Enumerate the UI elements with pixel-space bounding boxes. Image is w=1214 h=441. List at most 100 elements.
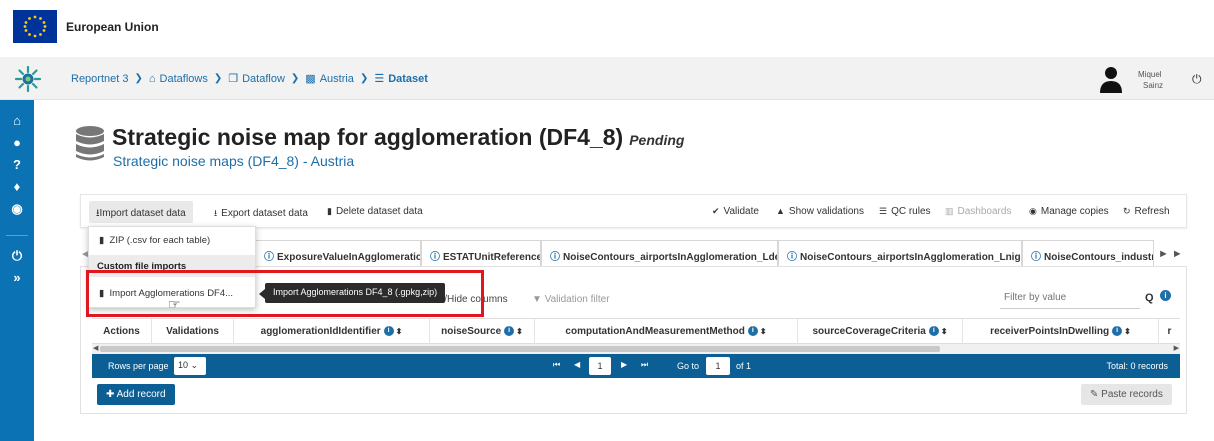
info-icon[interactable]: i	[1112, 326, 1123, 337]
user-profile-icon[interactable]: ●	[9, 135, 25, 151]
file-icon: ▮	[99, 235, 105, 246]
sort-icon[interactable]: ⬍	[396, 327, 403, 336]
info-icon[interactable]: i	[504, 326, 515, 337]
sidebar: ⌂ ● ? ♦ ◉ ⏻ »	[0, 100, 34, 441]
eu-flag-icon	[13, 10, 57, 43]
info-icon: ⓘ	[1031, 252, 1041, 263]
chat-icon[interactable]: ◉	[9, 201, 25, 217]
show-validations-button[interactable]: ▲ Show validations	[776, 206, 864, 217]
column-header-computation-method[interactable]: computationAndMeasurementMethod i ⬍	[535, 319, 798, 345]
info-icon[interactable]: i	[747, 326, 758, 337]
filter-icon: ▼	[532, 294, 542, 305]
expand-sidebar-icon[interactable]: »	[9, 270, 25, 286]
import-zip-option[interactable]: ▮ ZIP (.csv for each table)	[99, 235, 210, 246]
filter-by-value-input[interactable]	[1000, 287, 1140, 309]
notifications-bell-icon[interactable]: ♦	[9, 179, 25, 195]
sort-icon[interactable]: ⬍	[1124, 327, 1131, 336]
eu-label: European Union	[66, 20, 159, 34]
camera-icon: ◉	[1029, 206, 1037, 216]
breadcrumb: Reportnet 3 ❯ ⌂ Dataflows ❯ ❐ Dataflow ❯…	[71, 72, 428, 86]
last-page-icon[interactable]: ⏭	[641, 360, 648, 370]
scrollbar-thumb[interactable]	[100, 346, 940, 352]
rows-per-page-label: Rows per page	[108, 361, 169, 371]
breadcrumb-reportnet[interactable]: Reportnet 3	[71, 73, 128, 85]
add-record-button[interactable]: ✚ Add record	[97, 384, 175, 405]
tab-noise-airports-lden[interactable]: ⓘ NoiseContours_airportsInAgglomeration_L…	[541, 240, 778, 266]
info-icon: ⓘ	[550, 252, 560, 263]
go-to-page-input[interactable]: 1	[706, 357, 730, 375]
chevron-down-icon: ⌄	[190, 360, 199, 370]
breadcrumb-dataset: Dataset	[388, 72, 428, 85]
chevron-right-icon: ❯	[213, 73, 223, 84]
tab-estat-unit-reference[interactable]: ⓘ ESTATUnitReference	[421, 240, 541, 266]
annotation-highlight-box	[86, 270, 484, 317]
refresh-icon: ↻	[1123, 206, 1131, 216]
search-icon[interactable]: Q	[1145, 292, 1154, 304]
info-icon[interactable]: i	[383, 326, 394, 337]
import-dataset-button[interactable]: ⭳Import dataset data	[89, 201, 193, 223]
qc-rules-button[interactable]: ☰ QC rules	[879, 206, 931, 217]
dataset-title: Strategic noise map for agglomeration (D…	[112, 124, 624, 150]
help-icon[interactable]: ?	[9, 157, 25, 173]
clone-icon: ❐	[228, 73, 239, 85]
user-name[interactable]: Miquel Sainz	[1138, 69, 1163, 91]
tabs-scroll-right-icon[interactable]: ►►	[1158, 248, 1186, 260]
breadcrumb-dataflow[interactable]: Dataflow	[242, 73, 285, 85]
horizontal-scrollbar[interactable]: ◀ ▶	[92, 344, 1180, 354]
breadcrumb-austria[interactable]: Austria	[320, 73, 354, 85]
validation-filter-button[interactable]: ▼ Validation filter	[532, 294, 610, 305]
tab-noise-airports-lnight[interactable]: ⓘ NoiseContours_airportsInAgglomeration_L…	[778, 240, 1022, 266]
manage-copies-button[interactable]: ◉ Manage copies	[1029, 206, 1109, 217]
column-header-source-coverage[interactable]: sourceCoverageCriteria i ⬍	[798, 319, 963, 345]
user-avatar[interactable]	[1098, 65, 1124, 93]
validate-button[interactable]: ✔ Validate	[712, 206, 759, 217]
list-icon: ☰	[879, 206, 888, 216]
info-icon: ⓘ	[264, 252, 274, 263]
rows-per-page-select[interactable]: 10 ⌄	[174, 357, 206, 375]
user-last-name: Sainz	[1143, 81, 1164, 90]
sidebar-divider	[6, 235, 28, 236]
scroll-right-icon[interactable]: ▶	[1174, 344, 1179, 354]
chevron-right-icon: ❯	[290, 73, 300, 84]
current-page-button[interactable]: 1	[589, 357, 611, 375]
total-records-label: Total: 0 records	[1106, 361, 1168, 371]
download-icon: ⭳	[214, 208, 218, 218]
column-header-agglomeration-id[interactable]: agglomerationIdIdentifier i ⬍	[234, 319, 430, 345]
previous-page-icon[interactable]: ◀	[574, 360, 580, 369]
copy-icon: ▩	[305, 73, 316, 85]
export-dataset-button[interactable]: ⭳ Export dataset data	[214, 206, 308, 222]
home-icon: ⌂	[148, 72, 156, 85]
chevron-right-icon: ❯	[359, 73, 369, 84]
sort-icon[interactable]: ⬍	[941, 327, 948, 336]
warning-icon: ▲	[776, 206, 785, 216]
reportnet-logo-icon[interactable]	[14, 65, 42, 93]
column-header-noise-source[interactable]: noiseSource i ⬍	[430, 319, 535, 345]
dashboards-button[interactable]: ▥ Dashboards	[945, 206, 1011, 217]
database-icon: ☰	[374, 73, 385, 85]
page-subtitle[interactable]: Strategic noise maps (DF4_8) - Austria	[113, 153, 354, 169]
sort-icon[interactable]: ⬍	[760, 327, 767, 336]
eu-bar: European Union	[0, 0, 1214, 57]
column-header-validations: Validations	[152, 319, 234, 345]
first-page-icon[interactable]: ⏮	[553, 360, 560, 370]
table-header: Actions Validations agglomerationIdIdent…	[92, 318, 1180, 345]
column-header-actions: Actions	[92, 319, 152, 345]
scroll-left-icon[interactable]: ◀	[93, 344, 98, 354]
logout-power-icon[interactable]: ⏻	[1192, 72, 1202, 87]
database-icon	[75, 125, 105, 163]
column-header-receiver-points[interactable]: receiverPointsInDwelling i ⬍	[963, 319, 1159, 345]
sort-icon[interactable]: ⬍	[516, 327, 523, 336]
logout-power-icon[interactable]: ⏻	[9, 248, 25, 264]
tab-noise-industry[interactable]: ⓘ NoiseContours_industry	[1022, 240, 1154, 266]
tab-exposure-value[interactable]: ⓘ ExposureValueInAgglomeration	[255, 240, 421, 266]
home-icon[interactable]: ⌂	[9, 113, 25, 129]
paste-records-button[interactable]: ✎ Paste records	[1081, 384, 1172, 405]
chevron-right-icon: ❯	[134, 73, 143, 84]
info-icon[interactable]: i	[1160, 290, 1171, 301]
page-title: Strategic noise map for agglomeration (D…	[112, 124, 684, 151]
delete-dataset-button[interactable]: ▮ Delete dataset data	[327, 206, 423, 217]
next-page-icon[interactable]: ▶	[621, 360, 627, 369]
refresh-button[interactable]: ↻ Refresh	[1123, 206, 1170, 217]
breadcrumb-dataflows[interactable]: Dataflows	[160, 73, 208, 85]
info-icon[interactable]: i	[928, 326, 939, 337]
